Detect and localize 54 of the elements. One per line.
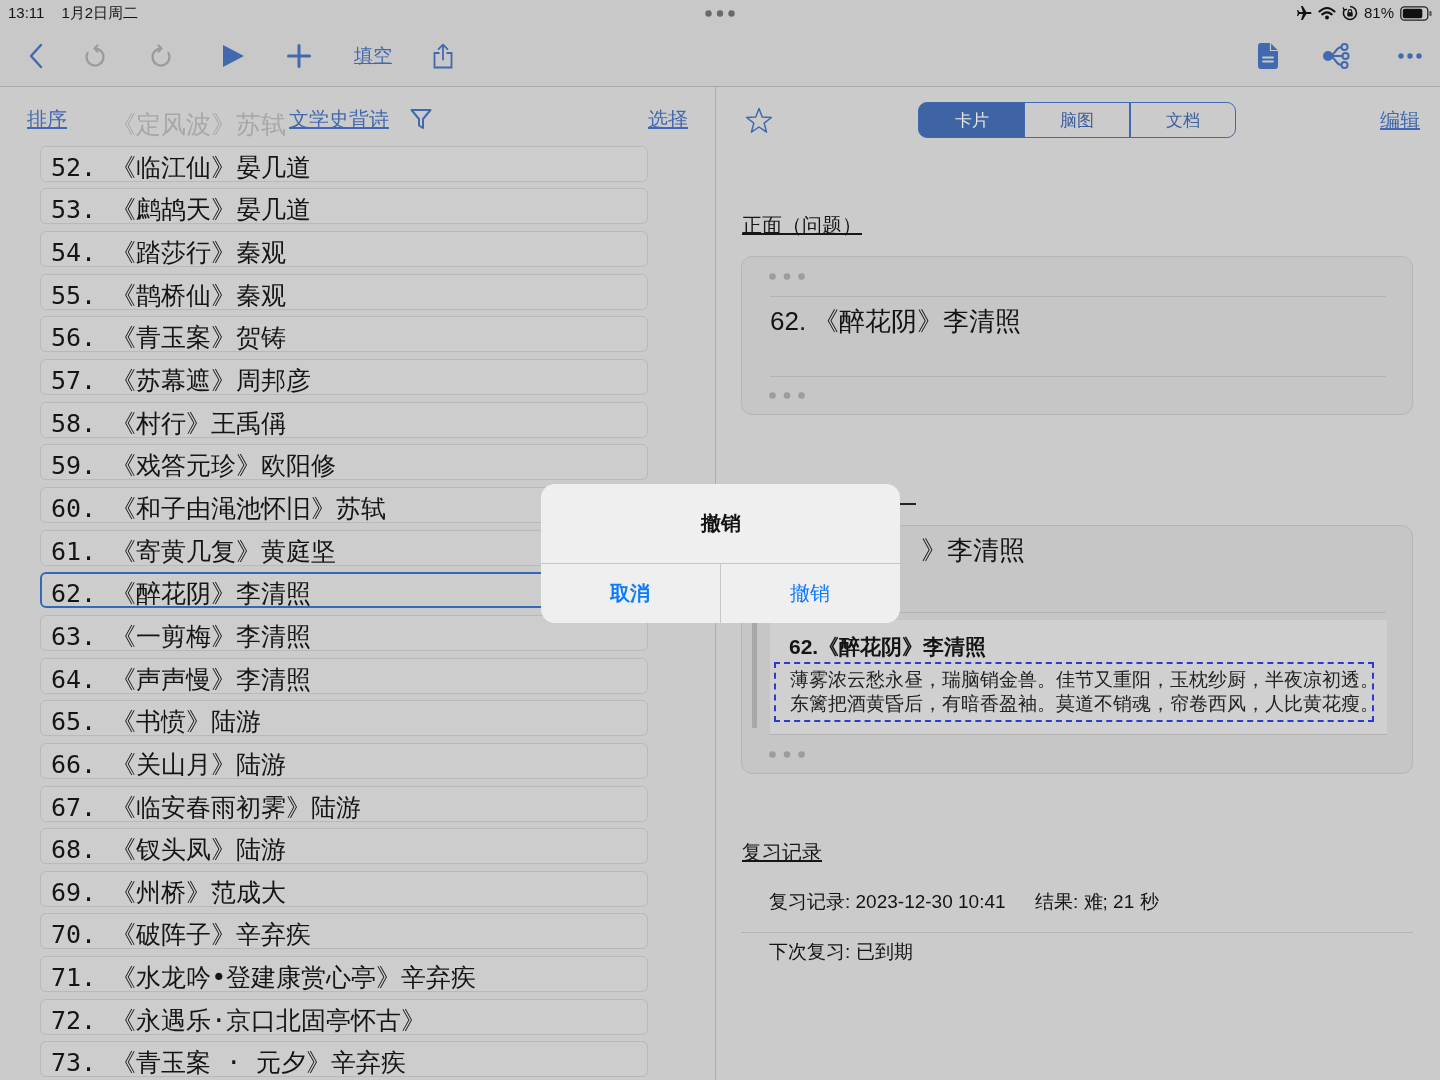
segment-tab[interactable]: 脑图	[1023, 102, 1131, 138]
document-icon[interactable]	[1258, 43, 1278, 69]
poem-line: 薄雾浓云愁永昼，瑞脑销金兽。佳节又重阳，玉枕纱厨，半夜凉初透。	[790, 668, 1372, 692]
battery-icon	[1400, 5, 1432, 21]
card-text: 62. 《醉花阴》李清照	[770, 297, 1386, 377]
list-row[interactable]: 54. 《踏莎行》秦观	[40, 230, 648, 267]
list-row[interactable]: 58. 《村行》王禹偁	[40, 401, 648, 438]
dialog-title: 撤销	[541, 484, 900, 564]
filter-icon[interactable]	[410, 107, 432, 130]
list-row[interactable]: 59. 《戏答元珍》欧阳修	[40, 444, 648, 481]
segment-tab[interactable]: 文档	[1129, 102, 1236, 138]
dots-icon	[705, 9, 735, 17]
segment-tab[interactable]: 卡片	[918, 102, 1025, 138]
list-row[interactable]: 56. 《青玉案》贺铸	[40, 316, 648, 353]
list-row[interactable]: 69. 《州桥》范成大	[40, 870, 648, 907]
list-row[interactable]: 68. 《钗头凤》陆游	[40, 828, 648, 865]
excerpt-title: 62.《醉花阴》李清照	[789, 634, 988, 660]
list-row[interactable]: 65. 《书愤》陆游	[40, 700, 648, 737]
review-record: 复习记录: 2023-12-30 10:41	[769, 890, 1006, 914]
next-review: 下次复习: 已到期	[769, 940, 913, 964]
section-heading: 复习记录	[742, 840, 822, 865]
list-row[interactable]: 53. 《鹧鸪天》晏几道	[40, 188, 648, 225]
status-date: 1月2日周二	[61, 4, 139, 22]
list-row[interactable]: 73. 《青玉案 · 元夕》辛弃疾	[40, 1041, 648, 1078]
dots-icon	[769, 392, 805, 399]
more-icon[interactable]	[1398, 53, 1422, 59]
list-row[interactable]: 71. 《水龙吟•登建康赏心亭》辛弃疾	[40, 956, 648, 993]
list-row[interactable]: 67. 《临安春雨初霁》陆游	[40, 785, 648, 822]
dots-icon	[769, 750, 805, 758]
list-row[interactable]: 64. 《声声慢》李清照	[40, 657, 648, 694]
battery-percent: 81%	[1363, 4, 1394, 22]
dots-icon	[769, 273, 805, 280]
status-time: 13:11	[8, 4, 45, 22]
card-text: 》李清照	[921, 535, 1025, 565]
share-icon[interactable]	[433, 43, 453, 69]
list-row[interactable]: 63. 《一剪梅》李清照	[40, 614, 648, 651]
back-icon[interactable]	[29, 43, 43, 69]
list-row[interactable]: 66. 《关山月》陆游	[40, 742, 648, 779]
star-icon[interactable]	[745, 106, 773, 134]
poem-line: 东篱把酒黄昏后，有暗香盈袖。莫道不销魂，帘卷西风，人比黄花瘦。	[790, 692, 1372, 716]
list-row[interactable]: 72. 《永遇乐·京口北固亭怀古》	[40, 998, 648, 1035]
play-icon[interactable]	[221, 44, 245, 68]
airplane-icon	[1295, 5, 1312, 21]
review-result: 结果: 难; 21 秒	[1035, 890, 1159, 914]
list-row[interactable]: 57. 《苏幕遮》周邦彦	[40, 358, 648, 395]
mind-map-icon[interactable]	[1322, 43, 1350, 69]
confirm-button[interactable]: 撤销	[720, 564, 900, 623]
wifi-icon	[1317, 6, 1336, 20]
section-heading: 正面（问题）	[742, 213, 862, 238]
list-row[interactable]: 70. 《破阵子》辛弃疾	[40, 913, 648, 950]
list-row[interactable]: 52. 《临江仙》晏几道	[40, 145, 648, 182]
list-row[interactable]: 55. 《鹊桥仙》秦观	[40, 273, 648, 310]
plus-icon[interactable]	[287, 44, 311, 68]
rotation-lock-icon	[1341, 5, 1358, 21]
